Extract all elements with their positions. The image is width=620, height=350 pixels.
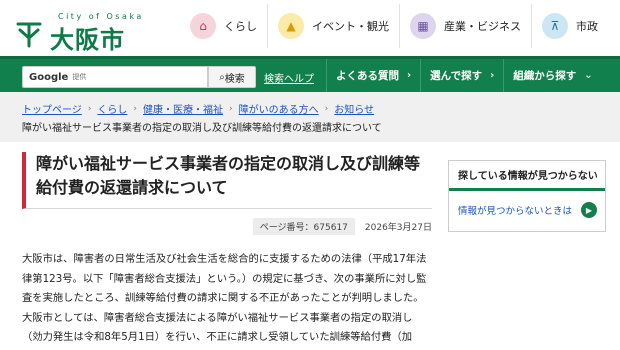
breadcrumb-item-top[interactable]: トップページ [22,101,82,116]
event-icon: ▲ [278,13,304,39]
topnav-label: くらし [224,20,257,33]
gnav-label: 選んで探す [430,70,483,82]
main-content: 障がい福祉サービス事業者の指定の取消し及び訓練等給付費の返還請求について ページ… [22,152,432,348]
chevron-right-icon: › [324,103,329,114]
gnav-faq[interactable]: よくある質問 › [326,59,420,92]
search-brand-sub: 提供 [72,73,87,81]
topnav-label: 市政 [576,20,598,33]
breadcrumb-current: 障がい福祉サービス事業者の指定の取消し及び訓練等給付費の返還請求について [22,123,382,134]
breadcrumb-item-health[interactable]: 健康・医療・福祉 [143,101,223,116]
page-title: 障がい福祉サービス事業者の指定の取消し及び訓練等給付費の返還請求について [22,152,432,209]
osaka-city-emblem-icon [16,22,42,48]
chevron-right-icon: › [87,103,92,114]
article-paragraph: 大阪市は、障害者の日常生活及び社会生活を総合的に支援するための法律（平成17年法… [22,253,427,304]
city-hall-icon: ⊼ [542,13,568,39]
logo-name-text: 大阪市 [50,26,125,54]
chevron-right-icon: › [490,70,495,81]
chevron-down-icon: ⌄ [584,70,593,81]
arrow-right-icon: ▶ [581,202,597,218]
building-icon: ▦ [410,13,436,39]
breadcrumb: トップページ › くらし › 健康・医療・福祉 › 障がいのある方へ › お知ら… [0,92,620,142]
side-help-link-label: 情報が見つからないときは [458,206,573,217]
topnav-label: イベント・観光 [312,20,389,33]
page-meta: ページ番号：675617 2026年3月27日 [22,218,432,235]
side-help-link[interactable]: 情報が見つからないときは ▶ [449,191,605,218]
page-number: ページ番号：675617 [252,218,355,235]
side-help-box: 探している情報が見つからない 情報が見つからないときは ▶ [448,160,606,232]
publish-date: 2026年3月27日 [364,223,432,233]
top-navigation: ⌂ くらし ▲ イベント・観光 ▦ 産業・ビジネス ⊼ 市政 [180,4,608,52]
gnav-menu: よくある質問 › 選んで探す › 組織から探す ⌄ [326,59,602,92]
gnav-label: よくある質問 [336,70,399,82]
search-brand: Google [29,71,69,83]
site-logo[interactable]: City of Osaka 大阪市 [12,8,162,54]
gnav-organization[interactable]: 組織から探す ⌄ [503,59,601,92]
topnav-event[interactable]: ▲ イベント・観光 [267,4,399,48]
side-help-heading: 探している情報が見つからない [449,161,605,191]
search-input[interactable]: Google 提供 [22,66,208,88]
house-icon: ⌂ [190,13,216,39]
topnav-label: 産業・ビジネス [444,20,521,33]
article-paragraph: 大阪市としては、障害者総合支援法による障がい福祉サービス事業者の指定の取消し（効… [22,311,413,344]
global-nav-bar: Google 提供 ⌕ 検索 検索ヘルプ よくある質問 › 選んで探す › 組織… [0,56,620,92]
site-header: City of Osaka 大阪市 ⌂ くらし ▲ イベント・観光 ▦ 産業・ビ… [0,0,620,56]
search-button[interactable]: ⌕ 検索 [208,66,256,88]
gnav-select[interactable]: 選んで探す › [420,59,503,92]
topnav-shisei[interactable]: ⊼ 市政 [531,4,608,48]
chevron-right-icon: › [229,103,233,114]
breadcrumb-item-kurashi[interactable]: くらし [97,101,127,116]
article-body: 大阪市は、障害者の日常生活及び社会生活を総合的に支援するための法律（平成17年法… [22,250,432,348]
topnav-sangyo[interactable]: ▦ 産業・ビジネス [399,4,531,48]
gnav-label: 組織から探す [513,70,577,82]
search-help-link[interactable]: 検索ヘルプ [264,70,314,85]
breadcrumb-item-news[interactable]: お知らせ [334,101,374,116]
chevron-right-icon: › [407,70,412,81]
chevron-right-icon: › [133,103,138,114]
search-button-label: 検索 [224,73,245,85]
breadcrumb-links: トップページ › くらし › 健康・医療・福祉 › 障がいのある方へ › お知ら… [22,101,374,117]
breadcrumb-item-disability[interactable]: 障がいのある方へ [239,101,319,116]
topnav-kurashi[interactable]: ⌂ くらし [180,4,267,48]
